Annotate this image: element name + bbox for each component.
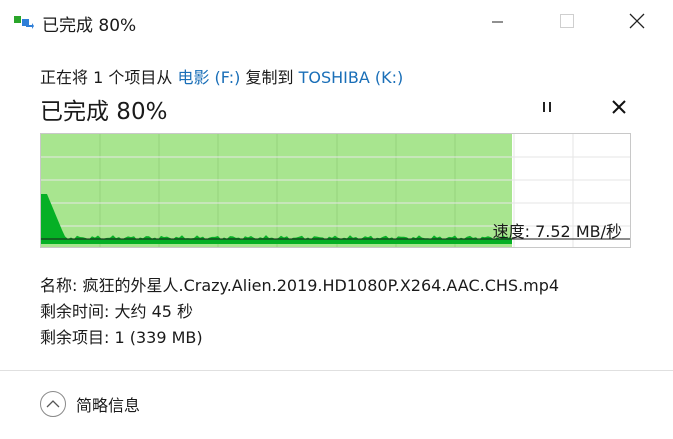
fewer-details-label: 简略信息: [76, 396, 141, 415]
time-remaining-value: 大约 45 秒: [114, 302, 194, 321]
items-remaining-label: 剩余项目:: [40, 328, 115, 347]
speed-graph: 速度: 7.52 MB/秒: [40, 133, 631, 248]
items-remaining-value: 1 (339 MB): [114, 328, 203, 347]
fewer-details-button[interactable]: 简略信息: [40, 389, 140, 419]
file-name-value: 疯狂的外星人.Crazy.Alien.2019.HD1080P.X264.AAC…: [82, 276, 560, 295]
operation-description: 正在将 1 个项目从 电影 (F:) 复制到 TOSHIBA (K:): [40, 64, 403, 88]
operation-prefix: 正在将 1 个项目从: [40, 68, 178, 87]
cancel-icon: [612, 99, 626, 118]
chevron-up-icon: [40, 391, 66, 417]
destination-link[interactable]: TOSHIBA (K:): [299, 68, 404, 87]
maximize-button: [544, 0, 590, 45]
progress-status: 已完成 80%: [40, 99, 168, 125]
time-remaining-row: 剩余时间: 大约 45 秒: [40, 298, 193, 322]
speed-label: 速度: 7.52 MB/秒: [492, 222, 622, 241]
cancel-button[interactable]: [604, 93, 634, 123]
operation-middle: 复制到: [240, 68, 299, 87]
source-link[interactable]: 电影 (F:): [177, 68, 240, 87]
pause-icon: [541, 99, 553, 118]
minimize-button[interactable]: [475, 0, 521, 45]
footer-divider: [0, 370, 673, 371]
close-icon: [629, 13, 645, 33]
pause-button[interactable]: [532, 93, 562, 123]
window-title: 已完成 80%: [42, 16, 137, 36]
maximize-icon: [560, 13, 574, 32]
time-remaining-label: 剩余时间:: [40, 302, 115, 321]
copy-files-icon: [14, 14, 34, 30]
items-remaining-row: 剩余项目: 1 (339 MB): [40, 324, 203, 348]
file-name-label: 名称:: [40, 276, 83, 295]
title-bar: 已完成 80%: [0, 0, 673, 45]
close-button[interactable]: [614, 0, 660, 45]
file-name-row: 名称: 疯狂的外星人.Crazy.Alien.2019.HD1080P.X264…: [40, 272, 559, 296]
minimize-icon: [492, 13, 504, 32]
